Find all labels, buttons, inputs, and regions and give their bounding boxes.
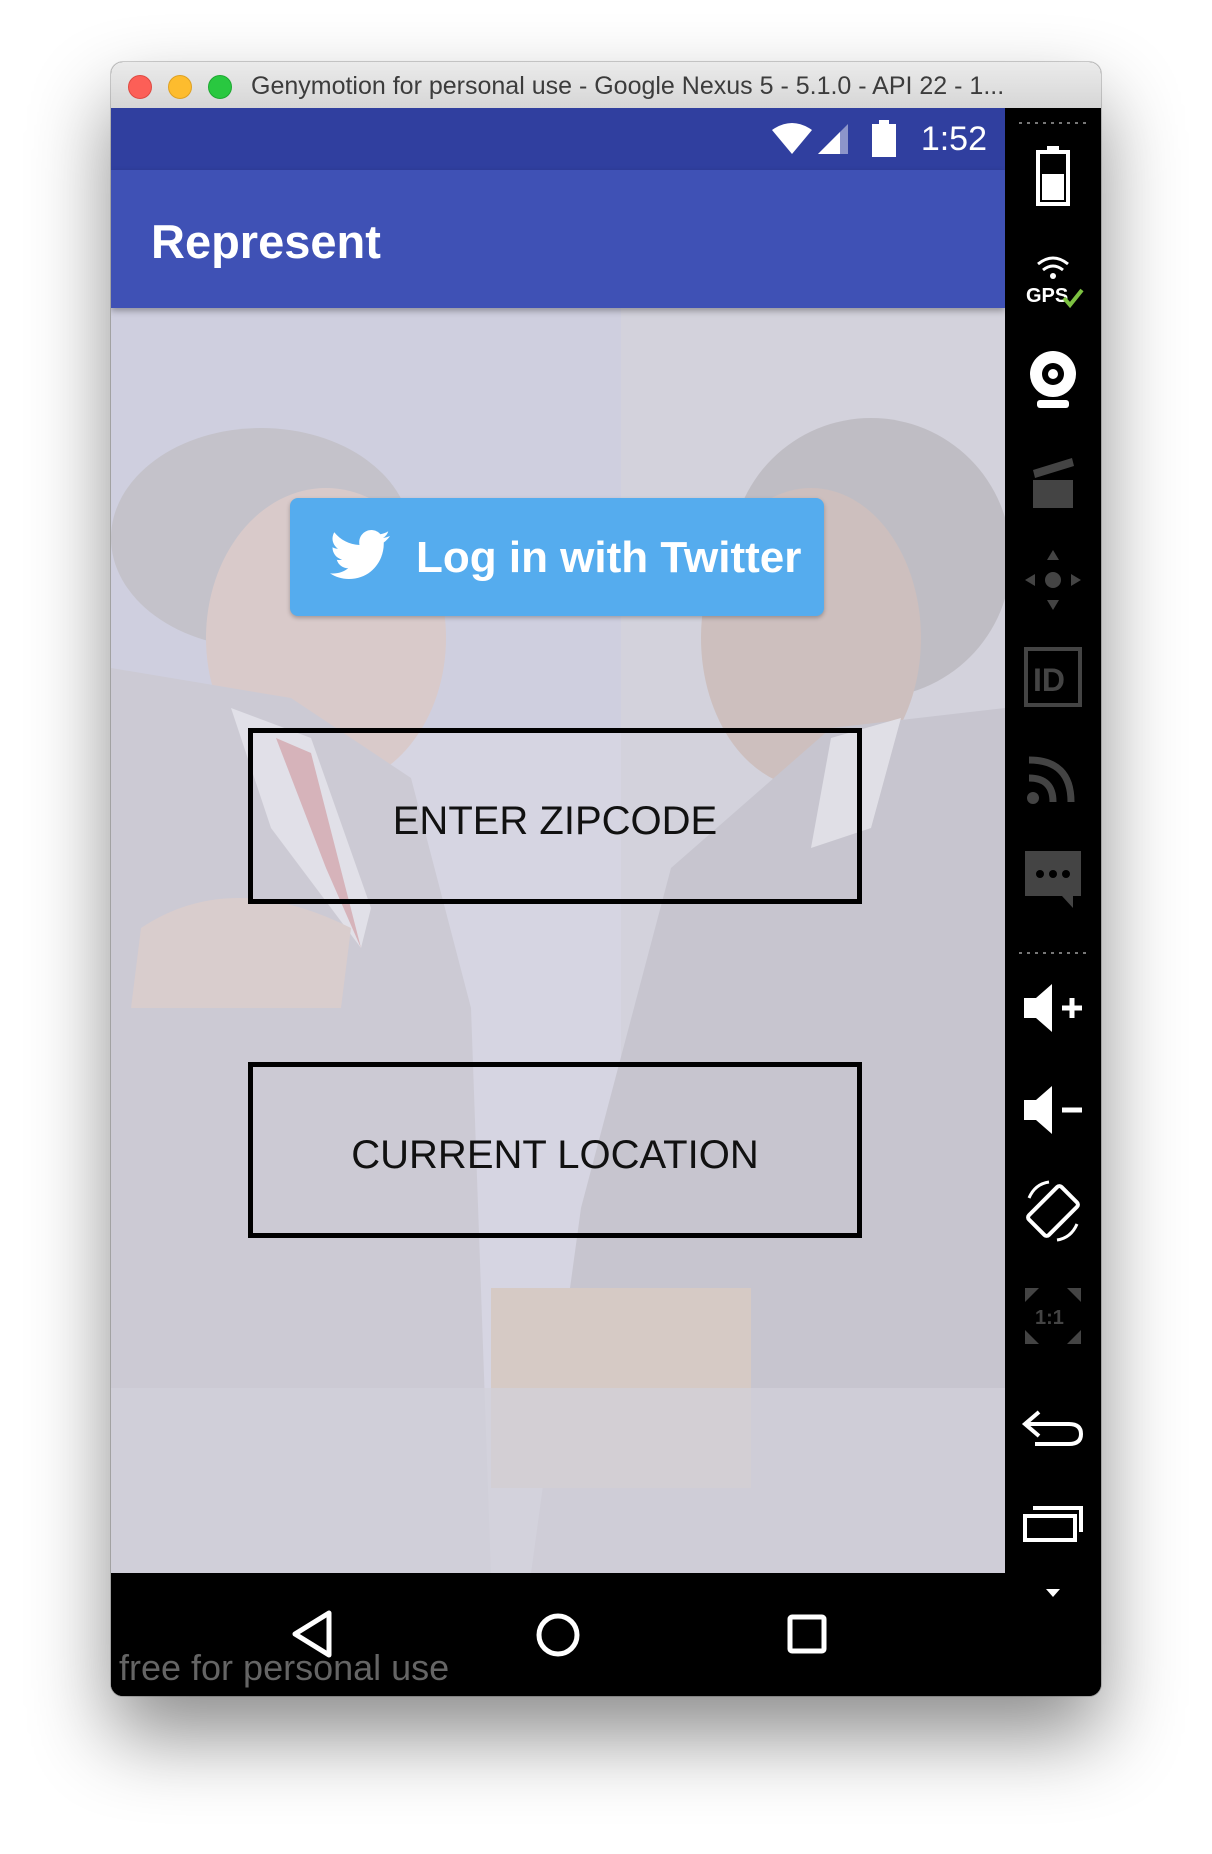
- rotate-icon: [1026, 1180, 1080, 1242]
- gps-icon: GPS: [1026, 256, 1084, 309]
- app-bar: Represent: [111, 170, 1005, 308]
- battery-icon: [872, 120, 896, 157]
- volume-up-icon: [1024, 984, 1082, 1032]
- pixel-perfect-button[interactable]: 1:1: [1005, 1284, 1101, 1353]
- maximize-window-button[interactable]: [208, 75, 232, 99]
- close-window-button[interactable]: [128, 75, 152, 99]
- volume-down-icon: [1024, 1086, 1082, 1134]
- capture-widget-button[interactable]: [1005, 452, 1101, 517]
- cast-widget-button[interactable]: [1005, 750, 1101, 811]
- volume-down-button[interactable]: [1005, 1082, 1101, 1143]
- capture-icon: [1033, 458, 1074, 508]
- twitter-button-label: Log in with Twitter: [416, 533, 802, 582]
- home-icon[interactable]: [534, 1611, 582, 1659]
- status-bar: 1:52: [111, 108, 1005, 170]
- genymotion-toolbar: GPS ID 1:1: [1005, 108, 1101, 1696]
- cast-icon: [1027, 756, 1075, 804]
- window-titlebar[interactable]: Genymotion for personal use - Google Nex…: [111, 62, 1101, 109]
- twitter-login-button[interactable]: Log in with Twitter: [290, 498, 824, 616]
- emulator-window: Genymotion for personal use - Google Nex…: [111, 62, 1101, 1696]
- identifiers-widget-button[interactable]: ID: [1005, 646, 1101, 713]
- expand-icon: [1046, 1589, 1060, 1597]
- rotate-button[interactable]: [1005, 1178, 1101, 1249]
- back-icon: [1021, 1410, 1084, 1446]
- current-location-label: CURRENT LOCATION: [351, 1133, 759, 1177]
- webcam-widget-button[interactable]: [1005, 348, 1101, 419]
- sms-widget-button[interactable]: [1005, 848, 1101, 915]
- pixel-perfect-icon: 1:1: [1025, 1288, 1081, 1344]
- dpad-icon: [1025, 550, 1081, 610]
- toolbar-divider: [1019, 122, 1087, 124]
- identifiers-icon: ID: [1024, 647, 1082, 707]
- wifi-icon: [772, 123, 812, 154]
- enter-zipcode-button[interactable]: ENTER ZIPCODE: [248, 728, 862, 904]
- toolbar-divider: [1019, 952, 1087, 954]
- minimize-window-button[interactable]: [168, 75, 192, 99]
- app-title: Represent: [151, 215, 381, 268]
- android-back-button[interactable]: [1005, 1408, 1101, 1453]
- twitter-bird-icon: [330, 530, 390, 579]
- enter-zipcode-label: ENTER ZIPCODE: [392, 799, 718, 843]
- recent-apps-icon: [1023, 1506, 1083, 1542]
- webcam-icon: [1030, 351, 1076, 408]
- window-title: Genymotion for personal use - Google Nex…: [251, 72, 1005, 100]
- dpad-widget-button[interactable]: [1005, 548, 1101, 617]
- battery-icon: [1036, 146, 1070, 206]
- volume-up-button[interactable]: [1005, 980, 1101, 1041]
- recent-apps-button[interactable]: [1005, 1502, 1101, 1549]
- main-content: Log in with Twitter ENTER ZIPCODE CURREN…: [111, 308, 1005, 1573]
- gps-widget-button[interactable]: GPS: [1005, 250, 1101, 317]
- navigation-bar: free for personal use: [111, 1573, 1005, 1696]
- recents-icon[interactable]: [786, 1613, 828, 1655]
- expand-toolbar-button[interactable]: [1005, 1586, 1101, 1605]
- signal-icon: [818, 124, 848, 154]
- phone-screen: 1:52 Represent Log in with Twitter ENTER…: [111, 108, 1005, 1696]
- status-time: 1:52: [920, 120, 987, 158]
- personal-use-watermark: free for personal use: [119, 1647, 450, 1688]
- id-label: ID: [1033, 662, 1065, 698]
- sms-icon: [1025, 851, 1081, 908]
- battery-widget-button[interactable]: [1005, 144, 1101, 211]
- gps-label: GPS: [1026, 285, 1068, 307]
- scale-label: 1:1: [1035, 1307, 1064, 1329]
- current-location-button[interactable]: CURRENT LOCATION: [248, 1062, 862, 1238]
